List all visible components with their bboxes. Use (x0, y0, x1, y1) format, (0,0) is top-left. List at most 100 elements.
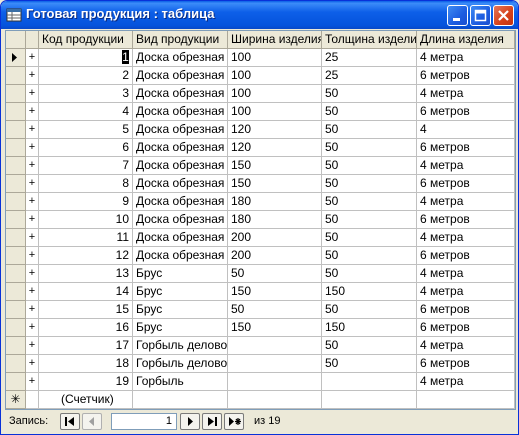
cell-length[interactable]: 4 (417, 121, 515, 139)
cell-id[interactable]: 11 (39, 229, 133, 247)
cell-length[interactable]: 4 метра (417, 49, 515, 67)
cell-type[interactable]: Доска обрезная (133, 193, 228, 211)
expand-subdatasheet-icon[interactable]: + (26, 229, 39, 247)
cell-width[interactable] (228, 373, 322, 391)
cell-thickness[interactable] (322, 373, 417, 391)
table-row[interactable]: +9 Доска обрезная 180 50 4 метра (6, 193, 515, 211)
cell-id[interactable]: 14 (39, 283, 133, 301)
cell-length[interactable]: 4 метра (417, 157, 515, 175)
maximize-button[interactable] (470, 5, 491, 26)
expand-subdatasheet-icon[interactable]: + (26, 175, 39, 193)
record-selector[interactable] (6, 85, 26, 103)
cell-type[interactable]: Доска обрезная (133, 103, 228, 121)
cell-width[interactable]: 200 (228, 247, 322, 265)
cell-id[interactable]: 17 (39, 337, 133, 355)
cell-thickness[interactable]: 50 (322, 121, 417, 139)
cell-type[interactable]: Доска обрезная (133, 211, 228, 229)
column-header-thickness[interactable]: Толщина изделия (322, 31, 417, 49)
cell-length[interactable]: 4 метра (417, 337, 515, 355)
cell-thickness[interactable]: 50 (322, 211, 417, 229)
cell-width[interactable]: 120 (228, 121, 322, 139)
record-selector[interactable] (6, 301, 26, 319)
table-row[interactable]: +5 Доска обрезная 120 50 4 (6, 121, 515, 139)
cell-type[interactable]: Брус (133, 265, 228, 283)
cell-length[interactable]: 4 метра (417, 193, 515, 211)
table-row[interactable]: +14 Брус 150 150 4 метра (6, 283, 515, 301)
cell-length[interactable]: 6 метров (417, 211, 515, 229)
column-header-width[interactable]: Ширина изделия (228, 31, 322, 49)
record-selector[interactable] (6, 121, 26, 139)
cell-id[interactable]: 8 (39, 175, 133, 193)
cell-id[interactable]: 5 (39, 121, 133, 139)
last-record-button[interactable] (202, 413, 222, 430)
first-record-button[interactable] (60, 413, 80, 430)
record-selector[interactable] (6, 355, 26, 373)
cell-id[interactable]: 16 (39, 319, 133, 337)
close-button[interactable] (493, 5, 514, 26)
cell-id[interactable]: 1 (39, 49, 133, 67)
expand-subdatasheet-icon[interactable]: + (26, 103, 39, 121)
cell-thickness[interactable]: 150 (322, 319, 417, 337)
cell-thickness[interactable]: 50 (322, 337, 417, 355)
cell-width[interactable]: 100 (228, 85, 322, 103)
column-header-length[interactable]: Длина изделия (417, 31, 515, 49)
cell-width[interactable]: 150 (228, 175, 322, 193)
minimize-button[interactable] (447, 5, 468, 26)
new-record-row[interactable]: ✳ (Счетчик) (6, 391, 515, 409)
cell-thickness[interactable]: 50 (322, 265, 417, 283)
cell-width[interactable]: 50 (228, 301, 322, 319)
cell-type[interactable]: Горбыль деловой (133, 355, 228, 373)
cell-thickness[interactable]: 50 (322, 247, 417, 265)
record-selector[interactable] (6, 319, 26, 337)
cell-thickness[interactable]: 50 (322, 139, 417, 157)
record-selector[interactable] (6, 265, 26, 283)
new-row-id-placeholder[interactable]: (Счетчик) (39, 391, 133, 409)
cell-length[interactable]: 6 метров (417, 319, 515, 337)
table-row[interactable]: +12 Доска обрезная 200 50 6 метров (6, 247, 515, 265)
expand-subdatasheet-icon[interactable]: + (26, 337, 39, 355)
cell-type[interactable]: Горбыль (133, 373, 228, 391)
cell-length[interactable]: 6 метров (417, 175, 515, 193)
table-row[interactable]: +3 Доска обрезная 100 50 4 метра (6, 85, 515, 103)
table-row[interactable]: +2 Доска обрезная 100 25 6 метров (6, 67, 515, 85)
table-row[interactable]: +10 Доска обрезная 180 50 6 метров (6, 211, 515, 229)
cell-width[interactable] (228, 355, 322, 373)
cell-type[interactable]: Горбыль деловой (133, 337, 228, 355)
record-selector[interactable] (6, 139, 26, 157)
new-row-type-cell[interactable] (133, 391, 228, 409)
record-selector[interactable] (6, 157, 26, 175)
cell-type[interactable]: Доска обрезная (133, 49, 228, 67)
column-header-id[interactable]: Код продукции (39, 31, 133, 49)
cell-id[interactable]: 15 (39, 301, 133, 319)
record-selector[interactable] (6, 229, 26, 247)
record-selector[interactable] (6, 67, 26, 85)
table-row[interactable]: +11 Доска обрезная 200 50 4 метра (6, 229, 515, 247)
table-row[interactable]: +4 Доска обрезная 100 50 6 метров (6, 103, 515, 121)
cell-width[interactable]: 180 (228, 193, 322, 211)
cell-thickness[interactable]: 50 (322, 229, 417, 247)
cell-id[interactable]: 6 (39, 139, 133, 157)
expand-subdatasheet-icon[interactable]: + (26, 157, 39, 175)
record-selector[interactable] (6, 103, 26, 121)
record-selector[interactable] (6, 175, 26, 193)
cell-thickness[interactable]: 150 (322, 283, 417, 301)
cell-width[interactable]: 100 (228, 67, 322, 85)
cell-thickness[interactable]: 25 (322, 49, 417, 67)
table-row[interactable]: +8 Доска обрезная 150 50 6 метров (6, 175, 515, 193)
cell-length[interactable]: 6 метров (417, 103, 515, 121)
cell-thickness[interactable]: 50 (322, 103, 417, 121)
cell-length[interactable]: 6 метров (417, 247, 515, 265)
cell-type[interactable]: Доска обрезная (133, 247, 228, 265)
cell-width[interactable]: 150 (228, 283, 322, 301)
expand-subdatasheet-icon[interactable]: + (26, 319, 39, 337)
cell-thickness[interactable]: 50 (322, 85, 417, 103)
cell-thickness[interactable]: 50 (322, 193, 417, 211)
cell-thickness[interactable]: 50 (322, 157, 417, 175)
cell-length[interactable]: 6 метров (417, 355, 515, 373)
cell-length[interactable]: 6 метров (417, 139, 515, 157)
cell-type[interactable]: Брус (133, 283, 228, 301)
cell-width[interactable]: 150 (228, 319, 322, 337)
expand-subdatasheet-icon[interactable]: + (26, 139, 39, 157)
table-row[interactable]: +1 Доска обрезная 100 25 4 метра (6, 49, 515, 67)
cell-width[interactable] (228, 337, 322, 355)
